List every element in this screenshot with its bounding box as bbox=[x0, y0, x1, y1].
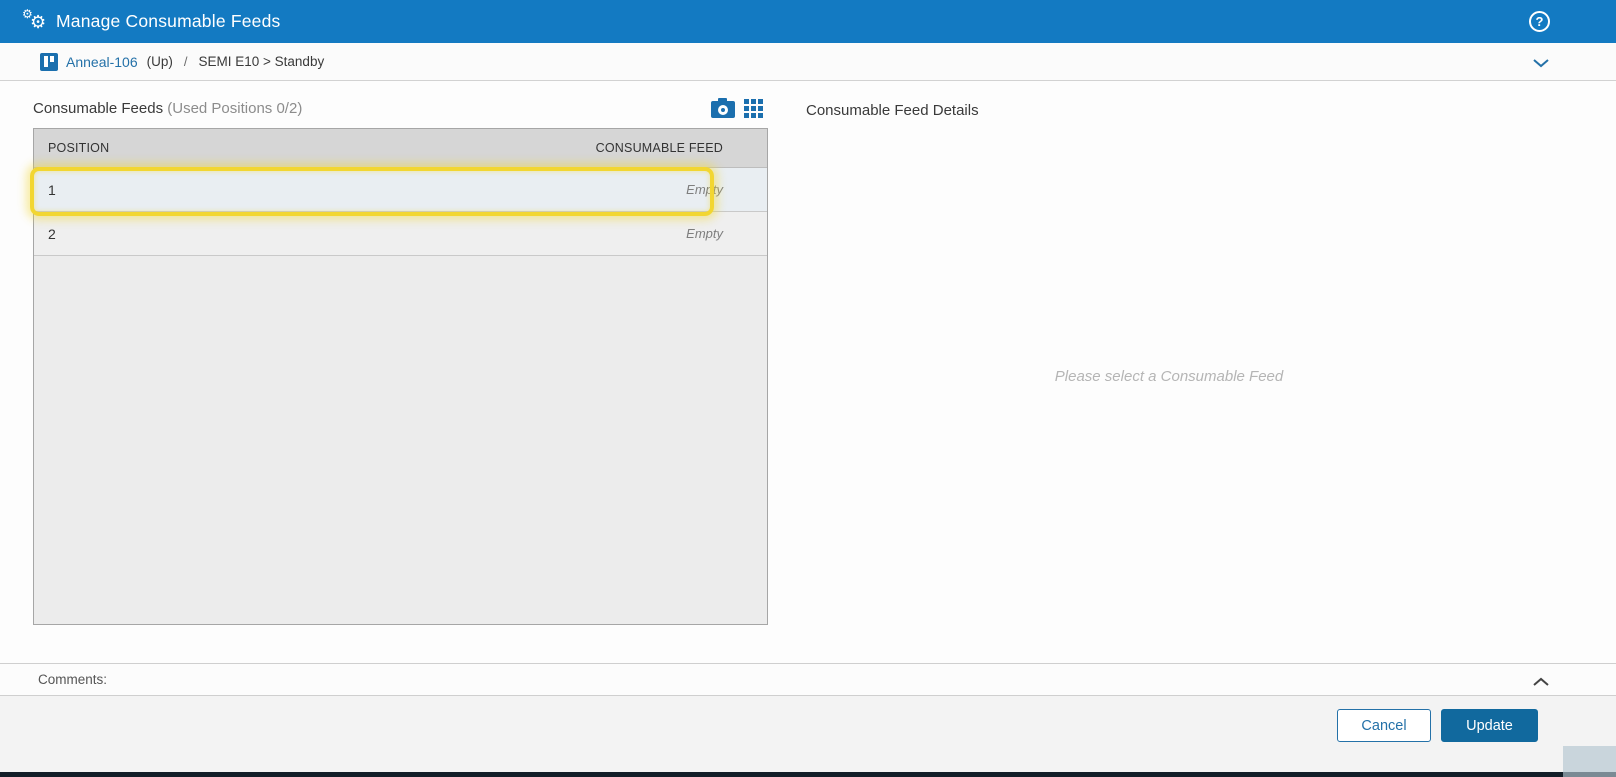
equipment-name-link[interactable]: Anneal-106 bbox=[66, 54, 138, 70]
details-panel-title: Consumable Feed Details bbox=[806, 102, 979, 119]
gears-icon: ⚙ ⚙ bbox=[22, 7, 52, 36]
manage-consumable-feeds-dialog: ⚙ ⚙ Manage Consumable Feeds ? Anneal-106… bbox=[0, 0, 1616, 777]
cancel-button[interactable]: Cancel bbox=[1337, 709, 1431, 742]
help-icon[interactable]: ? bbox=[1529, 11, 1550, 32]
feed-cell: Empty bbox=[686, 226, 723, 241]
consumable-feeds-table: POSITION CONSUMABLE FEED 1 Empty 2 Empty bbox=[30, 128, 768, 625]
feeds-panel-title: Consumable Feeds (Used Positions 0/2) bbox=[33, 100, 302, 117]
title-bar: ⚙ ⚙ Manage Consumable Feeds ? bbox=[0, 0, 1616, 43]
table-row-position-2[interactable]: 2 Empty bbox=[34, 212, 767, 256]
grid-view-icon[interactable] bbox=[744, 99, 764, 119]
position-cell: 2 bbox=[48, 225, 56, 242]
feeds-title-text: Consumable Feeds bbox=[33, 100, 164, 117]
gear-big-glyph: ⚙ bbox=[30, 11, 47, 33]
column-header-position[interactable]: POSITION bbox=[48, 141, 109, 155]
column-header-consumable-feed[interactable]: CONSUMABLE FEED bbox=[596, 141, 723, 155]
update-button[interactable]: Update bbox=[1441, 709, 1538, 742]
position-cell: 1 bbox=[48, 181, 56, 198]
details-empty-message: Please select a Consumable Feed bbox=[1054, 368, 1284, 385]
dialog-title: Manage Consumable Feeds bbox=[56, 11, 281, 31]
used-positions-count: (Used Positions 0/2) bbox=[167, 100, 303, 117]
equipment-location-path: SEMI E10 > Standby bbox=[198, 54, 325, 69]
equipment-state: (Up) bbox=[146, 54, 173, 69]
equipment-icon bbox=[40, 52, 58, 71]
equipment-breadcrumb-bar: Anneal-106 (Up) / SEMI E10 > Standby bbox=[0, 43, 1616, 81]
table-row-position-1[interactable]: 1 Empty bbox=[34, 168, 767, 212]
comments-label: Comments: bbox=[38, 672, 108, 687]
chevron-up-icon[interactable] bbox=[1532, 675, 1550, 693]
camera-icon[interactable] bbox=[711, 98, 735, 118]
comments-bar: Comments: bbox=[0, 663, 1616, 696]
feed-cell: Empty bbox=[686, 182, 723, 197]
window-bottom-edge bbox=[0, 772, 1616, 777]
chevron-down-icon[interactable] bbox=[1532, 56, 1550, 74]
table-header-row: POSITION CONSUMABLE FEED bbox=[34, 129, 767, 168]
footer-bar: Cancel Update bbox=[0, 696, 1616, 772]
breadcrumb-separator: / bbox=[183, 54, 188, 69]
